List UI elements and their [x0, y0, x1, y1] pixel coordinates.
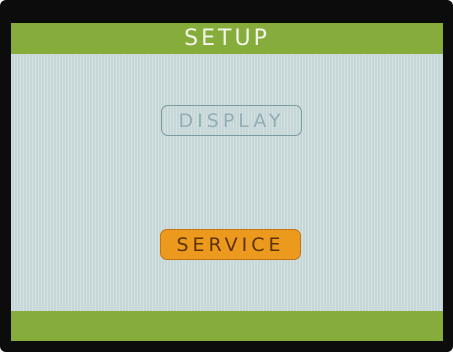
page-title: SETUP [184, 26, 270, 51]
service-menu-button[interactable]: SERVICE [160, 229, 301, 260]
header-bar: SETUP [11, 23, 443, 54]
setup-screen: SETUP DISPLAY SERVICE [11, 23, 443, 341]
footer-bar [11, 311, 443, 341]
display-menu-button[interactable]: DISPLAY [161, 105, 302, 136]
device-bezel: SETUP DISPLAY SERVICE [0, 0, 453, 352]
